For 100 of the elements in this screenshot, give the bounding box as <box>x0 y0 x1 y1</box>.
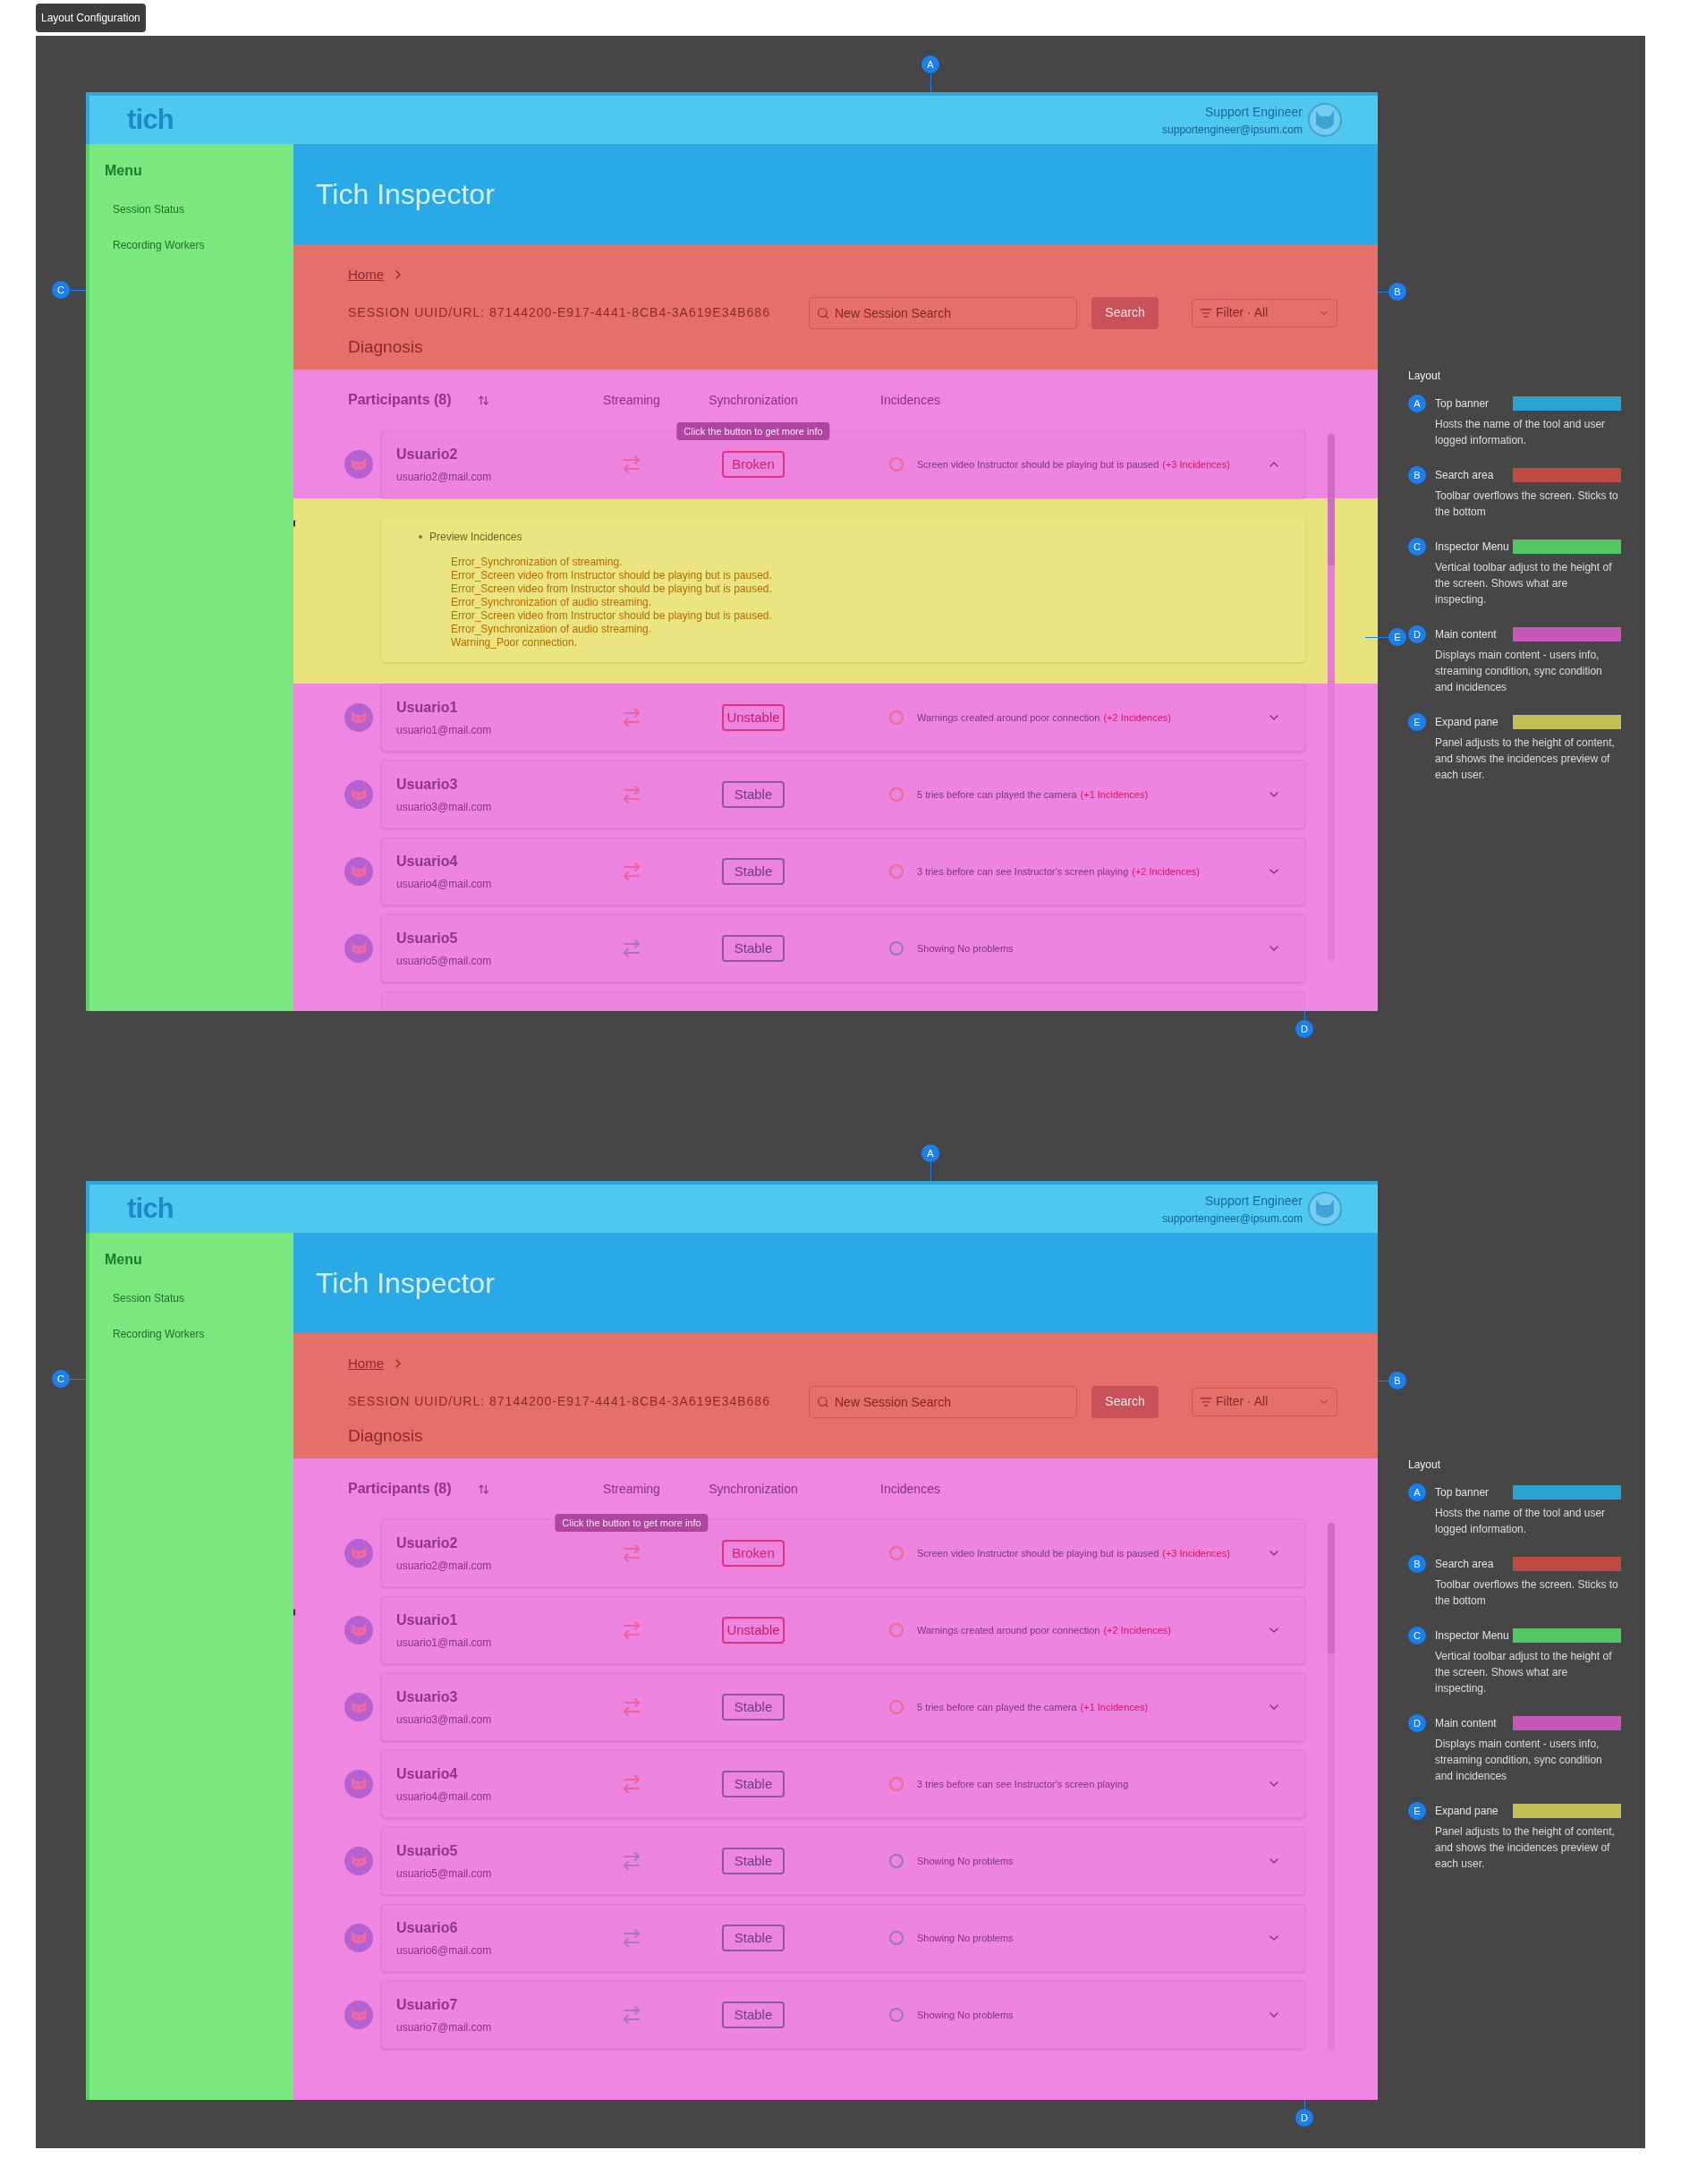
participant-name: Usuario1 <box>396 699 459 717</box>
sync-status-button[interactable]: Stable <box>722 1925 785 1951</box>
legend-description: Displays main content - users info, streaming condition, sync condition and incidences <box>1435 648 1603 695</box>
sync-status-button[interactable]: Stable <box>722 2001 785 2028</box>
marker-badge: D <box>1295 1020 1313 1038</box>
logo: tich <box>127 1191 174 1226</box>
legend-description: Displays main content - users info, streaming condition, sync condition and incidences <box>1435 1737 1603 1784</box>
participant-email: usuario3@mail.com <box>396 1712 493 1728</box>
participant-card[interactable]: Usuario7 usuario7@mail.com Stable Showing No problems <box>381 1981 1305 2049</box>
incidence-text: Showing No problems <box>917 1854 1014 1868</box>
scrollbar[interactable] <box>1328 434 1335 962</box>
marker-badge: E <box>1408 1802 1426 1820</box>
user-name: Support Engineer <box>1205 103 1303 121</box>
menu-title: Menu <box>105 162 143 180</box>
menu-item[interactable]: Recording Workers <box>113 237 205 253</box>
column-heading: Streaming <box>602 1480 661 1498</box>
participant-name: Usuario3 <box>396 1688 459 1706</box>
participant-name: Usuario4 <box>396 1765 459 1783</box>
participant-card[interactable]: Usuario5 usuario5@mail.com Stable Showing No problems <box>381 1827 1305 1895</box>
sync-status-button[interactable]: Stable <box>722 1848 785 1874</box>
legend-description: Hosts the name of the tool and user logged information. <box>1435 417 1607 448</box>
cat-avatar-icon <box>344 450 373 479</box>
incidence-text: 5 tries before can played the camera (+1 Incidences) <box>917 787 1149 802</box>
participant-card[interactable]: Usuario4 usuario4@mail.com Stable 3 tries before can see Instructor's screen playing (+2 Incidences) <box>381 837 1305 905</box>
participant-card[interactable]: Usuario4 usuario4@mail.com Stable 3 tries before can see Instructor's screen playing <box>381 1750 1305 1818</box>
marker-badge: B <box>1388 1372 1406 1389</box>
cat-avatar-icon <box>344 703 373 732</box>
marker-badge: C <box>1408 538 1426 556</box>
legend-title: Layout <box>1408 369 1442 384</box>
user-email: supportengineer@ipsum.com <box>1162 122 1303 138</box>
participant-card[interactable]: Usuario3 usuario3@mail.com Stable 5 tries before can played the camera (+1 Incidences) <box>381 1673 1305 1741</box>
sync-status-button[interactable]: Stable <box>722 1771 785 1797</box>
breadcrumb-link[interactable]: Home <box>348 265 384 285</box>
marker-badge: A <box>1408 1483 1426 1501</box>
filter-dropdown[interactable]: Filter · All <box>1192 1387 1337 1416</box>
filter-dropdown[interactable]: Filter · All <box>1192 298 1337 327</box>
legend-label: Search area <box>1435 468 1495 483</box>
participants-title: Participants (8) <box>348 1480 453 1498</box>
participants-title: Participants (8) <box>348 391 453 409</box>
incidence-text: Screen video Instructor should be playing but is paused (+3 Incidences) <box>917 457 1230 472</box>
session-id: SESSION UUID/URL: 87144200-E917-4441-8CB4-3A619E34B686 <box>348 304 771 321</box>
legend-label: Inspector Menu <box>1435 1628 1510 1644</box>
sync-status-button[interactable]: Stable <box>722 935 785 962</box>
cat-avatar-icon <box>344 934 373 963</box>
marker-badge: E <box>1408 713 1426 731</box>
participant-card[interactable]: Usuario6 usuario6@mail.com Stable Showing No problems <box>381 1904 1305 1972</box>
incidence-line: Error_Synchronization of audio streaming. <box>451 596 653 609</box>
menu-item[interactable]: Recording Workers <box>113 1326 205 1342</box>
page-title: Tich Inspector <box>316 1266 495 1301</box>
marker-badge: C <box>52 281 70 299</box>
incidence-line: Error_Synchronization of audio streaming. <box>451 623 653 636</box>
legend-description: Toolbar overflows the screen. Sticks to the bottom <box>1435 1577 1619 1609</box>
sync-status-button[interactable]: Stable <box>722 781 785 808</box>
legend-description: Panel adjusts to the height of content, and shows the incidences preview of each user. <box>1435 1824 1616 1872</box>
participant-card[interactable]: Usuario1 usuario1@mail.com Unstable Warnings created around poor connection (+2 Incidences) <box>381 684 1305 752</box>
scrollbar[interactable] <box>1328 1523 1335 2051</box>
sort-icon[interactable] <box>478 394 489 406</box>
cat-avatar-icon <box>344 1693 373 1721</box>
incidence-text: Screen video Instructor should be playing but is paused (+3 Incidences) <box>917 1546 1230 1560</box>
column-heading: Incidences <box>880 1480 940 1498</box>
marker-badge: D <box>1408 1714 1426 1732</box>
incidence-text: Showing No problems <box>917 2008 1014 2022</box>
cat-avatar-icon <box>344 857 373 886</box>
search-button[interactable]: Search <box>1091 1385 1159 1418</box>
participant-name: Usuario1 <box>396 1611 459 1629</box>
incidence-text: Showing No problems <box>917 941 1014 956</box>
search-icon <box>817 1395 829 1408</box>
sync-status-button[interactable]: Stable <box>722 1694 785 1721</box>
menu-item[interactable]: Session Status <box>113 201 185 217</box>
incidence-line: Error_Synchronization of streaming. <box>451 556 624 569</box>
sync-status-button[interactable]: Broken <box>722 1540 785 1567</box>
sync-status-button[interactable]: Stable <box>722 858 785 885</box>
filter-icon <box>1200 1395 1212 1408</box>
legend-label: Main content <box>1435 1716 1498 1731</box>
sync-status-button[interactable]: Unstable <box>722 704 785 731</box>
sort-icon[interactable] <box>478 1483 489 1495</box>
participant-card[interactable]: Usuario1 usuario1@mail.com Unstable Warnings created around poor connection (+2 Incidences) <box>381 1596 1305 1664</box>
participant-email: usuario4@mail.com <box>396 877 493 892</box>
section-heading: Diagnosis <box>348 1424 424 1447</box>
column-heading: Streaming <box>602 391 661 409</box>
participant-card[interactable]: Usuario5 usuario5@mail.com Stable Showing No problems <box>381 914 1305 982</box>
search-field[interactable]: New Session Search <box>809 1385 1077 1418</box>
breadcrumb-link[interactable]: Home <box>348 1354 384 1374</box>
participant-email: usuario2@mail.com <box>396 1559 493 1574</box>
sync-status-button[interactable]: Broken <box>722 451 785 478</box>
participant-email: usuario3@mail.com <box>396 800 493 815</box>
marker-badge: C <box>52 1370 70 1388</box>
search-field[interactable]: New Session Search <box>809 296 1077 329</box>
search-button[interactable]: Search <box>1091 296 1159 329</box>
incidence-line: Error_Screen video from Instructor should be playing but is paused. <box>451 582 773 596</box>
incidence-text: 5 tries before can played the camera (+1 Incidences) <box>917 1700 1149 1714</box>
sync-status-button[interactable]: Unstable <box>722 1617 785 1644</box>
menu-title: Menu <box>105 1251 143 1269</box>
participant-name: Usuario5 <box>396 930 459 948</box>
participant-email: usuario6@mail.com <box>396 1943 493 1959</box>
participant-card[interactable]: Usuario3 usuario3@mail.com Stable 5 tries before can played the camera (+1 Incidences) <box>381 761 1305 829</box>
participant-name: Usuario2 <box>396 446 459 463</box>
menu-item[interactable]: Session Status <box>113 1290 185 1306</box>
legend-label: Main content <box>1435 627 1498 642</box>
cat-avatar-icon <box>344 1539 373 1568</box>
